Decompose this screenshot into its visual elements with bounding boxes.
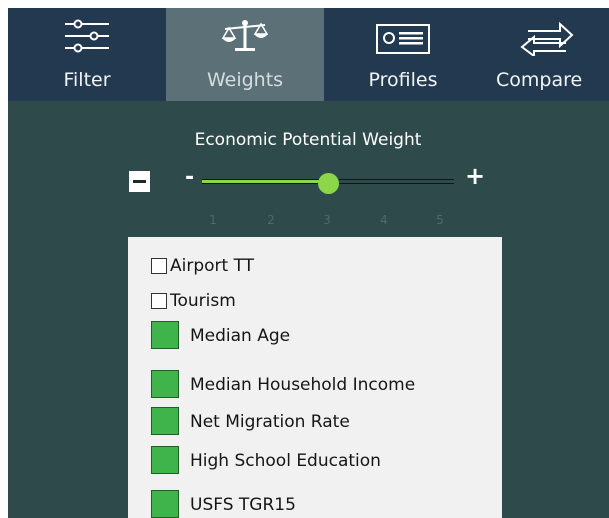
compare-arrows-icon: [482, 16, 609, 56]
top-navigation: Filter Weights Profiles Compare: [8, 8, 609, 101]
item-label: Median Household Income: [190, 375, 416, 395]
scale-icon: [166, 16, 324, 56]
tab-label: Weights: [206, 69, 284, 91]
slider-tick-label: 4: [380, 213, 388, 227]
weight-title: Economic Potential Weight: [194, 130, 422, 150]
tab-compare[interactable]: Compare: [482, 8, 609, 101]
item-label: Tourism: [170, 291, 236, 311]
list-item-net-migration-rate[interactable]: Net Migration Rate: [128, 405, 502, 439]
color-swatch: [151, 370, 179, 398]
slider-fill: [202, 180, 328, 183]
slider-tick-label: 2: [267, 213, 275, 227]
variable-list: Airport TT Tourism Median Age Median Hou…: [128, 237, 502, 518]
increase-button[interactable]: +: [465, 162, 485, 190]
item-label: Net Migration Rate: [190, 412, 350, 432]
color-swatch: [151, 490, 179, 518]
color-swatch: [151, 321, 179, 349]
color-swatch: [151, 407, 179, 435]
tab-label: Compare: [496, 69, 583, 91]
list-item-usfs-tgr15[interactable]: USFS TGR15: [128, 488, 502, 518]
slider-tick-label: 5: [436, 213, 444, 227]
list-item-high-school-education[interactable]: High School Education: [128, 444, 502, 478]
tab-weights[interactable]: Weights: [166, 8, 324, 101]
color-swatch: [151, 446, 179, 474]
item-label: USFS TGR15: [190, 495, 296, 515]
list-item-tourism[interactable]: Tourism: [128, 284, 502, 318]
list-item-median-age[interactable]: Median Age: [128, 319, 502, 353]
list-item-median-household-income[interactable]: Median Household Income: [128, 368, 502, 402]
weights-panel: Filter Weights Profiles Compare Economic…: [8, 8, 609, 518]
tab-profiles[interactable]: Profiles: [324, 8, 482, 101]
slider-tick-label: 3: [323, 213, 331, 227]
slider-thumb[interactable]: [317, 173, 339, 194]
id-card-icon: [324, 16, 482, 56]
decrease-button[interactable]: [129, 171, 150, 192]
sliders-icon: [8, 16, 166, 56]
item-label: High School Education: [190, 451, 381, 471]
minus-label: -: [185, 165, 195, 190]
tab-label: Filter: [63, 69, 111, 91]
slider-tick-label: 1: [209, 213, 217, 227]
checkbox[interactable]: [151, 258, 167, 274]
checkbox[interactable]: [151, 293, 167, 309]
tab-filter[interactable]: Filter: [8, 8, 166, 101]
list-item-airport-tt[interactable]: Airport TT: [128, 249, 502, 283]
item-label: Airport TT: [170, 256, 255, 276]
tab-label: Profiles: [368, 69, 438, 91]
item-label: Median Age: [190, 326, 291, 346]
